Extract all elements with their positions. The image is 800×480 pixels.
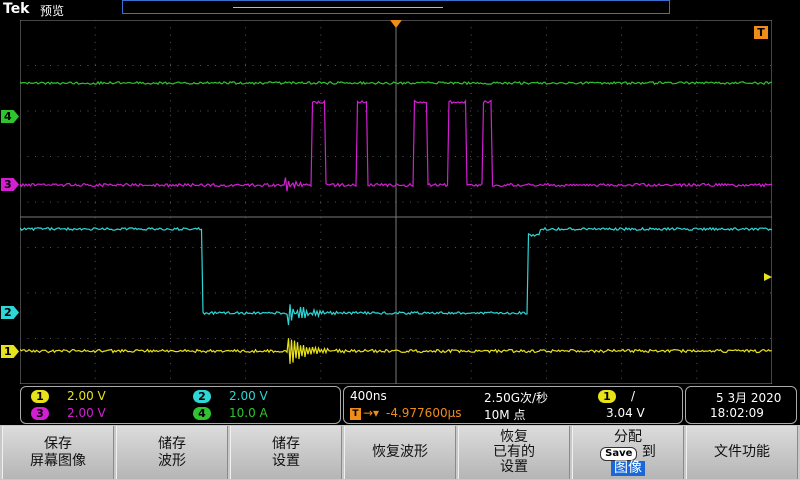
key-line: 波形 xyxy=(158,452,186,469)
key-line: 恢复波形 xyxy=(372,444,428,460)
save-setup-button[interactable]: 储存 设置 xyxy=(230,426,342,479)
recall-waveform-button[interactable]: 恢复波形 xyxy=(344,426,456,479)
key-line: 储存 xyxy=(158,435,186,452)
save-key-icon: Save xyxy=(600,446,638,461)
mode-label: 预览 xyxy=(40,4,65,18)
key-line: 储存 xyxy=(272,435,300,452)
ch3-ground-marker[interactable]: 3 xyxy=(1,178,19,191)
record-view-bar xyxy=(233,7,443,8)
key-line-to: 到 xyxy=(641,443,656,460)
brand-logo: Tek xyxy=(3,1,30,17)
trigger-icon: T xyxy=(754,26,768,39)
key-line: 分配 xyxy=(614,428,642,445)
ch1-badge: 1 xyxy=(31,390,49,403)
sample-rate: 2.50G次/秒 xyxy=(484,391,549,405)
trigger-level: 3.04 V xyxy=(606,406,645,420)
ch1-scale: 2.00 V xyxy=(67,389,106,403)
trigger-source-badge: 1 xyxy=(598,390,616,403)
ch3-scale: 2.00 V xyxy=(67,406,106,420)
timebase: 400ns xyxy=(350,389,387,403)
key-line: 设置 xyxy=(272,452,300,469)
key-line: 屏幕图像 xyxy=(30,452,86,469)
waveform-display[interactable] xyxy=(20,20,772,384)
trigger-slope: / xyxy=(631,389,636,403)
ch2-ground-marker[interactable]: 2 xyxy=(1,306,19,319)
key-line: 保存 xyxy=(44,435,72,452)
file-utilities-button[interactable]: 文件功能 xyxy=(686,426,798,479)
date: 5 3月 2020 xyxy=(716,391,782,405)
channel-scale-panel[interactable]: 1 2.00 V 2 2.00 V 3 2.00 V 4 10.0 A xyxy=(20,386,341,424)
save-waveform-button[interactable]: 储存 波形 xyxy=(116,426,228,479)
ch1-ground-marker[interactable]: 1 xyxy=(1,345,19,358)
ch2-badge: 2 xyxy=(193,390,211,403)
trigger-delay-arrow: →▾ xyxy=(363,406,380,420)
datetime-panel: 5 3月 2020 18:02:09 xyxy=(685,386,797,424)
ch3-badge: 3 xyxy=(31,407,49,420)
record-timeline[interactable] xyxy=(122,0,670,14)
assign-image-selected: 图像 xyxy=(611,460,645,476)
top-bar: Tek 预览 xyxy=(0,0,800,18)
trigger-delay-icon: T xyxy=(350,408,361,420)
key-line: 已有的 xyxy=(493,444,535,460)
ch4-badge: 4 xyxy=(193,407,211,420)
record-length: 10M 点 xyxy=(484,408,526,422)
assign-save-button[interactable]: 分配 Save 到 图像 xyxy=(572,426,684,479)
ch2-scale: 2.00 V xyxy=(229,389,268,403)
key-line: Save 到 xyxy=(573,443,683,461)
save-screen-image-button[interactable]: 保存 屏幕图像 xyxy=(2,426,114,479)
time: 18:02:09 xyxy=(710,406,764,420)
key-line: 恢复 xyxy=(500,429,528,445)
ch4-scale: 10.0 A xyxy=(229,406,268,420)
trigger-icon-label: T xyxy=(757,26,765,39)
key-line: 设置 xyxy=(500,459,528,475)
softkey-bar: 保存 屏幕图像 储存 波形 储存 设置 恢复波形 恢复 已有的 设置 分配 Sa… xyxy=(0,425,800,480)
acquisition-panel[interactable]: 400ns 2.50G次/秒 T →▾ -4.977600µs 10M 点 1 … xyxy=(343,386,683,424)
trigger-delay: -4.977600µs xyxy=(386,406,462,420)
recall-setup-button[interactable]: 恢复 已有的 设置 xyxy=(458,426,570,479)
ch4-ground-marker[interactable]: 4 xyxy=(1,110,19,123)
key-line: 文件功能 xyxy=(714,444,770,460)
